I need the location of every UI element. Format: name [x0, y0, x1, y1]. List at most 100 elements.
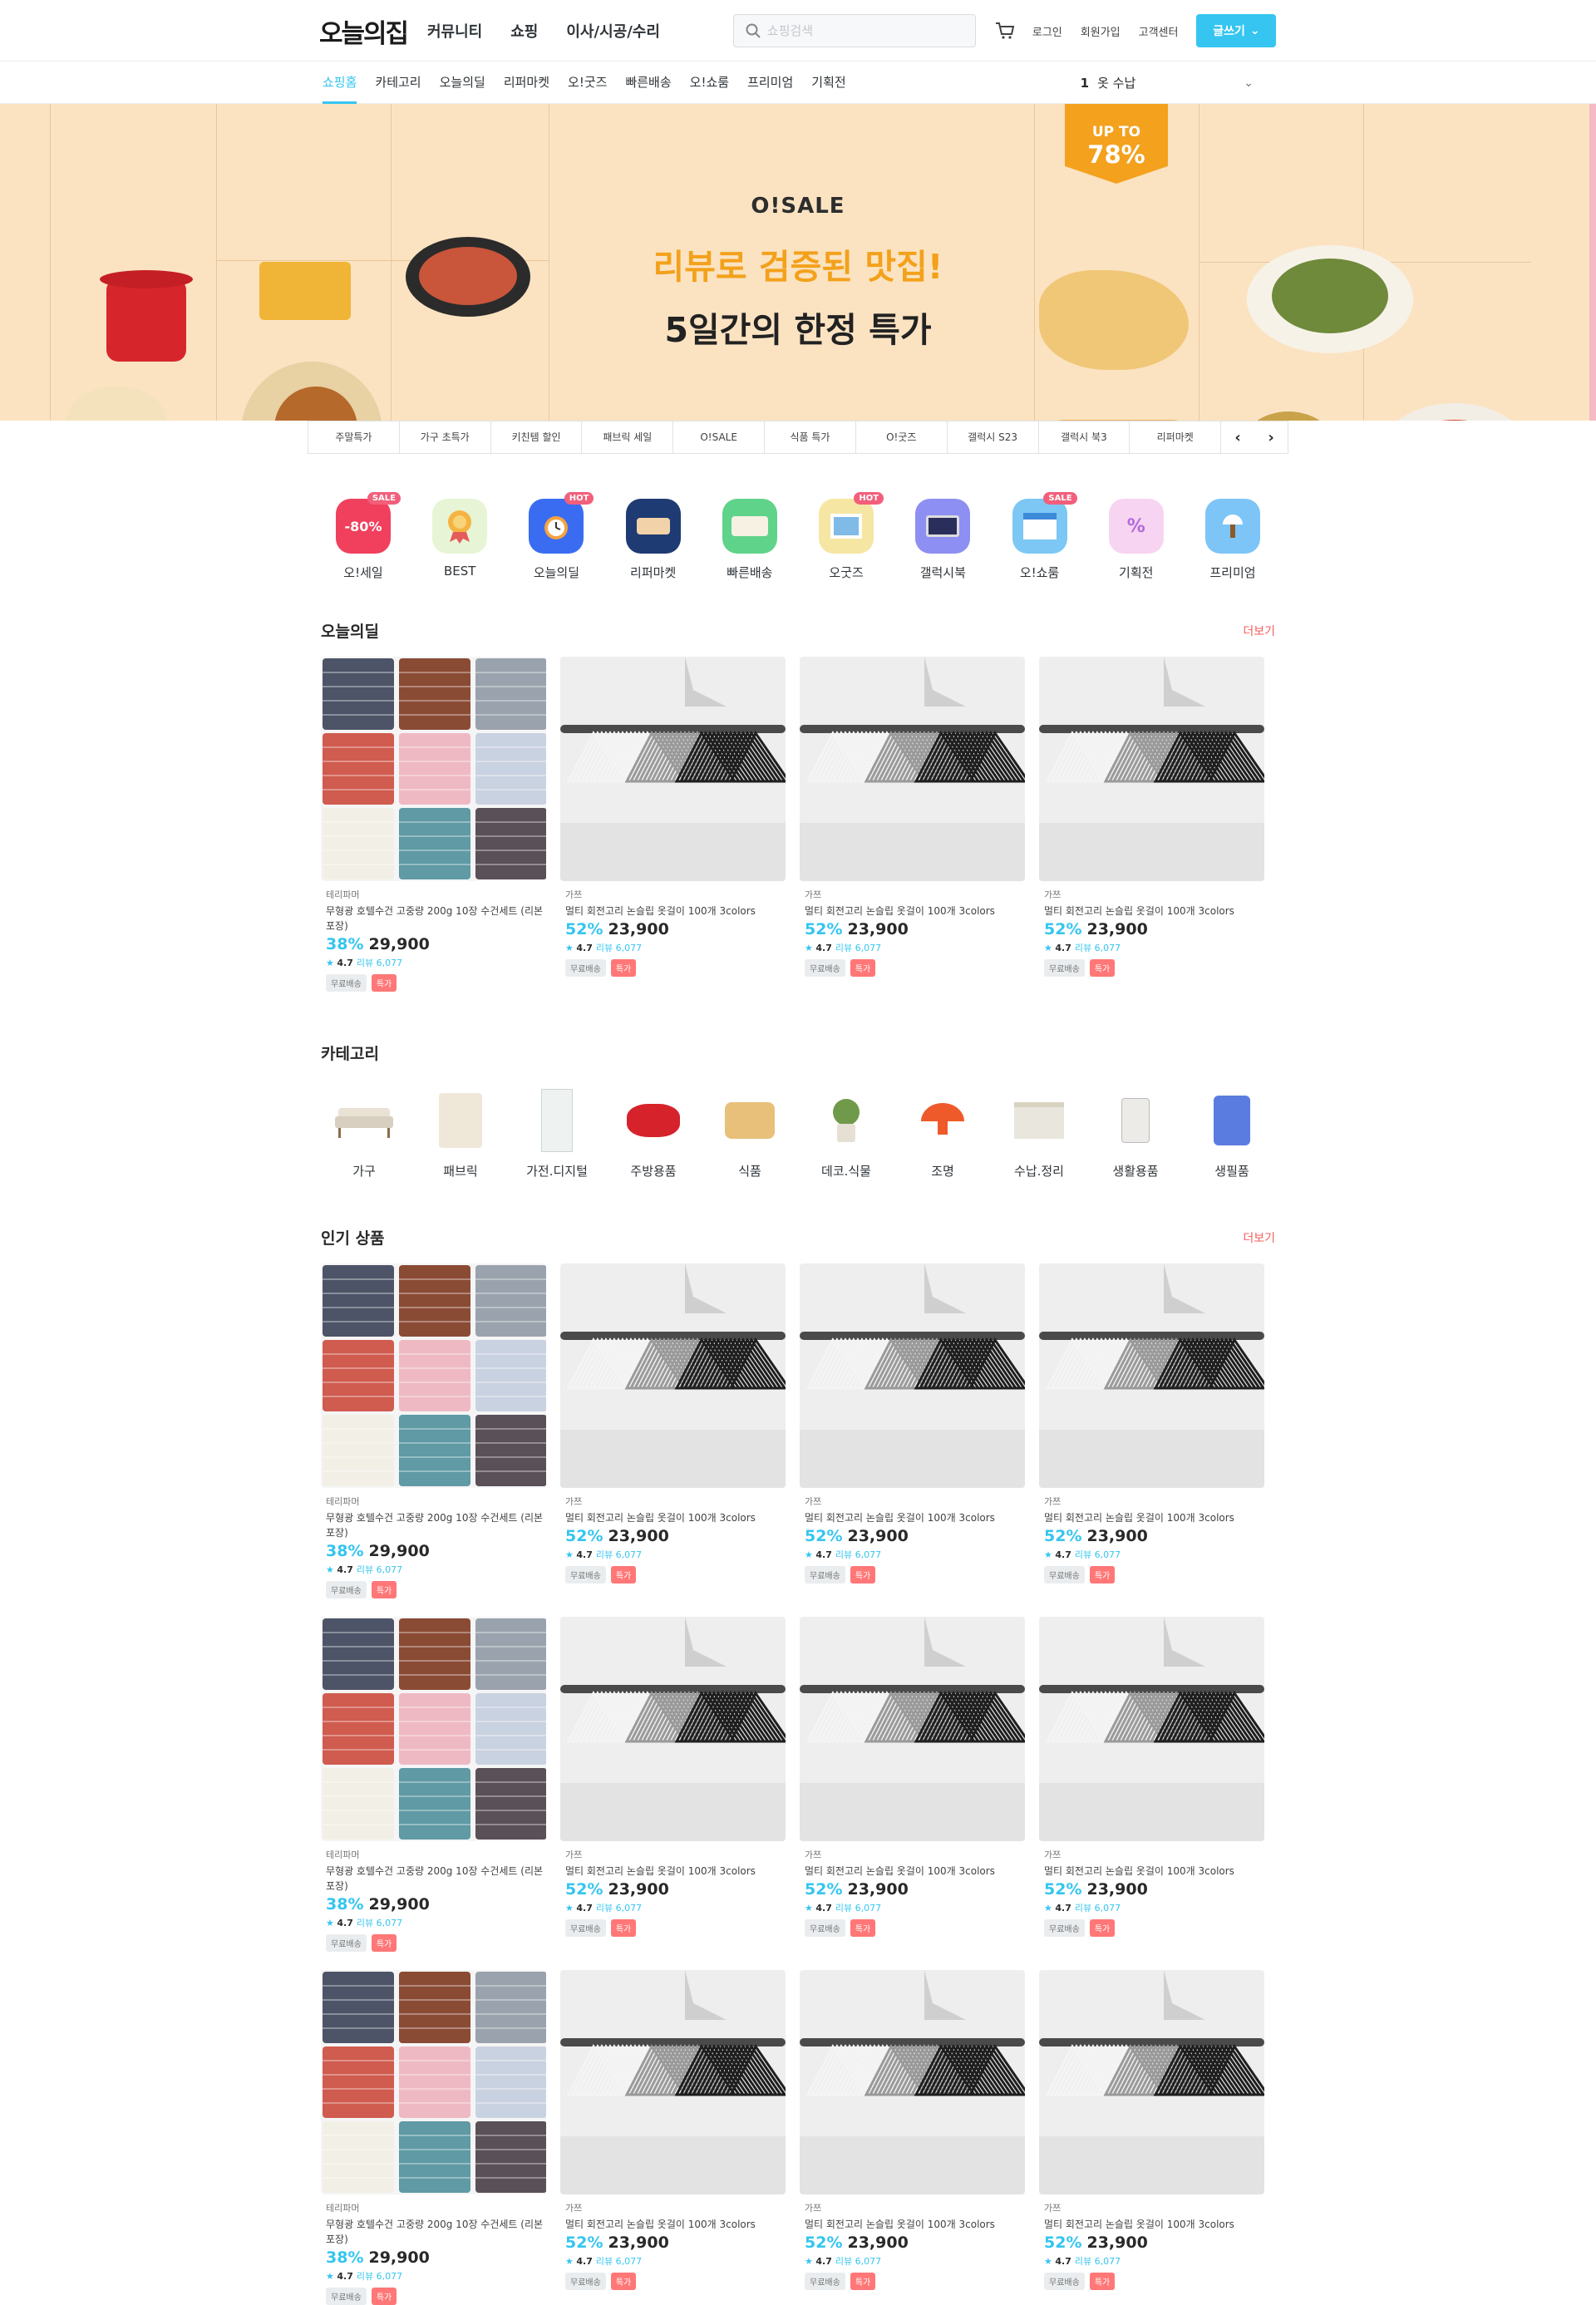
product-card[interactable]: 테리파머 무형광 호텔수건 고중량 200g 10장 수건세트 (리본포장) 38%…	[321, 1263, 546, 1598]
category-item-kitchen[interactable]: 주방용품	[605, 1087, 702, 1180]
product-card[interactable]: 가쯔 멀티 회전고리 논슬립 옷걸이 100개 3colors 52% 23,900 ★…	[560, 657, 786, 992]
promo-tab[interactable]: 갤럭시 S23	[948, 421, 1039, 453]
product-image[interactable]	[321, 1970, 546, 2194]
quick-item-galaxy[interactable]: 갤럭시북	[905, 499, 980, 581]
product-name[interactable]: 무형광 호텔수건 고중량 200g 10장 수건세트 (리본포장)	[326, 904, 546, 933]
product-name[interactable]: 멀티 회전고리 논슬립 옷걸이 100개 3colors	[1044, 2217, 1264, 2232]
product-image[interactable]	[800, 1263, 1025, 1488]
product-card[interactable]: 가쯔 멀티 회전고리 논슬립 옷걸이 100개 3colors 52% 23,900 ★…	[1039, 1263, 1264, 1598]
quick-item-refurb[interactable]: 리퍼마켓	[616, 499, 691, 581]
promo-tab[interactable]: O!굿즈	[856, 421, 948, 453]
chevron-down-icon[interactable]: ⌄	[1244, 76, 1254, 90]
product-card[interactable]: 가쯔 멀티 회전고리 논슬립 옷걸이 100개 3colors 52% 23,900 ★…	[800, 1970, 1025, 2305]
quick-item-best[interactable]: BEST	[422, 499, 497, 581]
gnb-shopping[interactable]: 쇼핑	[510, 20, 538, 42]
product-name[interactable]: 멀티 회전고리 논슬립 옷걸이 100개 3colors	[565, 1864, 786, 1879]
subnav-item-premium[interactable]: 프리미엄	[747, 62, 793, 104]
chevron-right-icon[interactable]: ›	[1254, 429, 1288, 446]
promo-tab[interactable]: 패브릭 세일	[582, 421, 674, 453]
subnav-item-home[interactable]: 쇼핑홈	[323, 62, 357, 104]
quick-item-premium[interactable]: 프리미엄	[1195, 499, 1270, 581]
gnb-community[interactable]: 커뮤니티	[427, 20, 482, 42]
promo-tab[interactable]: 가구 초특가	[400, 421, 491, 453]
subnav-item-goods[interactable]: 오!굿즈	[568, 62, 607, 104]
product-name[interactable]: 무형광 호텔수건 고중량 200g 10장 수건세트 (리본포장)	[326, 1510, 546, 1540]
product-image[interactable]	[560, 1263, 786, 1488]
trending-keyword[interactable]: 1 옷 수납 ⌄	[1081, 62, 1254, 104]
product-card[interactable]: 가쯔 멀티 회전고리 논슬립 옷걸이 100개 3colors 52% 23,900 ★…	[560, 1970, 786, 2305]
more-link[interactable]: 더보기	[1243, 1229, 1275, 1246]
subnav-item-category[interactable]: 카테고리	[375, 62, 421, 104]
logo[interactable]: 오늘의집	[319, 12, 422, 50]
product-name[interactable]: 멀티 회전고리 논슬립 옷걸이 100개 3colors	[1044, 904, 1264, 919]
quick-item-showroom[interactable]: SALE 오!쇼룸	[1002, 492, 1077, 581]
product-card[interactable]: 가쯔 멀티 회전고리 논슬립 옷걸이 100개 3colors 52% 23,900 ★…	[800, 1617, 1025, 1952]
quick-item-exhibition[interactable]: % 기획전	[1099, 499, 1174, 581]
subnav-item-refurb[interactable]: 리퍼마켓	[504, 62, 549, 104]
category-item-furniture[interactable]: 가구	[316, 1087, 412, 1180]
promo-tab[interactable]: 키친템 할인	[491, 421, 583, 453]
subnav-item-exhibition[interactable]: 기획전	[811, 62, 845, 104]
product-image[interactable]	[560, 1970, 786, 2194]
product-card[interactable]: 가쯔 멀티 회전고리 논슬립 옷걸이 100개 3colors 52% 23,900 ★…	[560, 1617, 786, 1952]
product-name[interactable]: 멀티 회전고리 논슬립 옷걸이 100개 3colors	[565, 1510, 786, 1525]
category-item-deco[interactable]: 데코.식물	[798, 1087, 894, 1180]
search-input[interactable]	[766, 23, 950, 38]
cart-icon[interactable]	[994, 20, 1016, 42]
more-link[interactable]: 더보기	[1243, 623, 1275, 639]
product-name[interactable]: 멀티 회전고리 논슬립 옷걸이 100개 3colors	[1044, 1510, 1264, 1525]
support-link[interactable]: 고객센터	[1139, 23, 1179, 39]
product-name[interactable]: 무형광 호텔수건 고중량 200g 10장 수건세트 (리본포장)	[326, 1864, 546, 1894]
promo-tab[interactable]: 리퍼마켓	[1130, 421, 1222, 453]
product-image[interactable]	[321, 1617, 546, 1841]
product-card[interactable]: 가쯔 멀티 회전고리 논슬립 옷걸이 100개 3colors 52% 23,900 ★…	[1039, 657, 1264, 992]
quick-item-deal[interactable]: HOT 오늘의딜	[519, 492, 594, 581]
promo-tab[interactable]: 갤럭시 북3	[1039, 421, 1130, 453]
search-box[interactable]	[732, 14, 976, 47]
product-image[interactable]	[560, 657, 786, 881]
subnav-item-deal[interactable]: 오늘의딜	[440, 62, 485, 104]
product-image[interactable]	[800, 1617, 1025, 1841]
quick-item-fast[interactable]: 빠른배송	[712, 499, 787, 581]
login-link[interactable]: 로그인	[1032, 23, 1062, 39]
category-item-storage[interactable]: 수납.정리	[991, 1087, 1087, 1180]
chevron-left-icon[interactable]: ‹	[1221, 429, 1254, 446]
product-name[interactable]: 무형광 호텔수건 고중량 200g 10장 수건세트 (리본포장)	[326, 2217, 546, 2247]
subnav-item-fast[interactable]: 빠른배송	[625, 62, 671, 104]
category-item-fabric[interactable]: 패브릭	[412, 1087, 509, 1180]
category-item-lighting[interactable]: 조명	[894, 1087, 991, 1180]
product-image[interactable]	[1039, 1263, 1264, 1488]
product-name[interactable]: 멀티 회전고리 논슬립 옷걸이 100개 3colors	[1044, 1864, 1264, 1879]
promo-tab[interactable]: 주말특가	[308, 421, 400, 453]
category-item-living[interactable]: 생활용품	[1087, 1087, 1184, 1180]
product-name[interactable]: 멀티 회전고리 논슬립 옷걸이 100개 3colors	[805, 904, 1025, 919]
product-card[interactable]: 테리파머 무형광 호텔수건 고중량 200g 10장 수건세트 (리본포장) 38%…	[321, 657, 546, 992]
quick-item-goods[interactable]: HOT 오굿즈	[809, 492, 884, 581]
write-button[interactable]: 글쓰기 ⌄	[1196, 14, 1277, 47]
product-image[interactable]	[1039, 1617, 1264, 1841]
category-item-digital[interactable]: 가전.디지털	[509, 1087, 605, 1180]
product-image[interactable]	[800, 657, 1025, 881]
product-name[interactable]: 멀티 회전고리 논슬립 옷걸이 100개 3colors	[805, 1510, 1025, 1525]
product-image[interactable]	[1039, 657, 1264, 881]
product-image[interactable]	[321, 1263, 546, 1488]
category-item-food[interactable]: 식품	[702, 1087, 798, 1180]
product-card[interactable]: 가쯔 멀티 회전고리 논슬립 옷걸이 100개 3colors 52% 23,900 ★…	[800, 657, 1025, 992]
product-card[interactable]: 테리파머 무형광 호텔수건 고중량 200g 10장 수건세트 (리본포장) 38%…	[321, 1970, 546, 2305]
promo-tab[interactable]: 식품 특가	[765, 421, 856, 453]
quick-item-sale[interactable]: -80% SALE 오!세일	[326, 492, 401, 581]
subnav-item-showroom[interactable]: 오!쇼룸	[690, 62, 729, 104]
product-card[interactable]: 가쯔 멀티 회전고리 논슬립 옷걸이 100개 3colors 52% 23,900 ★…	[1039, 1617, 1264, 1952]
product-name[interactable]: 멀티 회전고리 논슬립 옷걸이 100개 3colors	[565, 2217, 786, 2232]
product-image[interactable]	[1039, 1970, 1264, 2194]
product-name[interactable]: 멀티 회전고리 논슬립 옷걸이 100개 3colors	[565, 904, 786, 919]
hero-banner[interactable]: O!SALE 리뷰로 검증된 맛집! 5일간의 한정 특가 UP TO 78%	[0, 104, 1596, 421]
gnb-moving[interactable]: 이사/시공/수리	[566, 20, 660, 42]
product-image[interactable]	[321, 657, 546, 881]
product-card[interactable]: 가쯔 멀티 회전고리 논슬립 옷걸이 100개 3colors 52% 23,900 ★…	[800, 1263, 1025, 1598]
product-name[interactable]: 멀티 회전고리 논슬립 옷걸이 100개 3colors	[805, 2217, 1025, 2232]
product-card[interactable]: 가쯔 멀티 회전고리 논슬립 옷걸이 100개 3colors 52% 23,900 ★…	[1039, 1970, 1264, 2305]
product-card[interactable]: 테리파머 무형광 호텔수건 고중량 200g 10장 수건세트 (리본포장) 38%…	[321, 1617, 546, 1952]
promo-tab[interactable]: O!SALE	[673, 421, 766, 453]
product-name[interactable]: 멀티 회전고리 논슬립 옷걸이 100개 3colors	[805, 1864, 1025, 1879]
